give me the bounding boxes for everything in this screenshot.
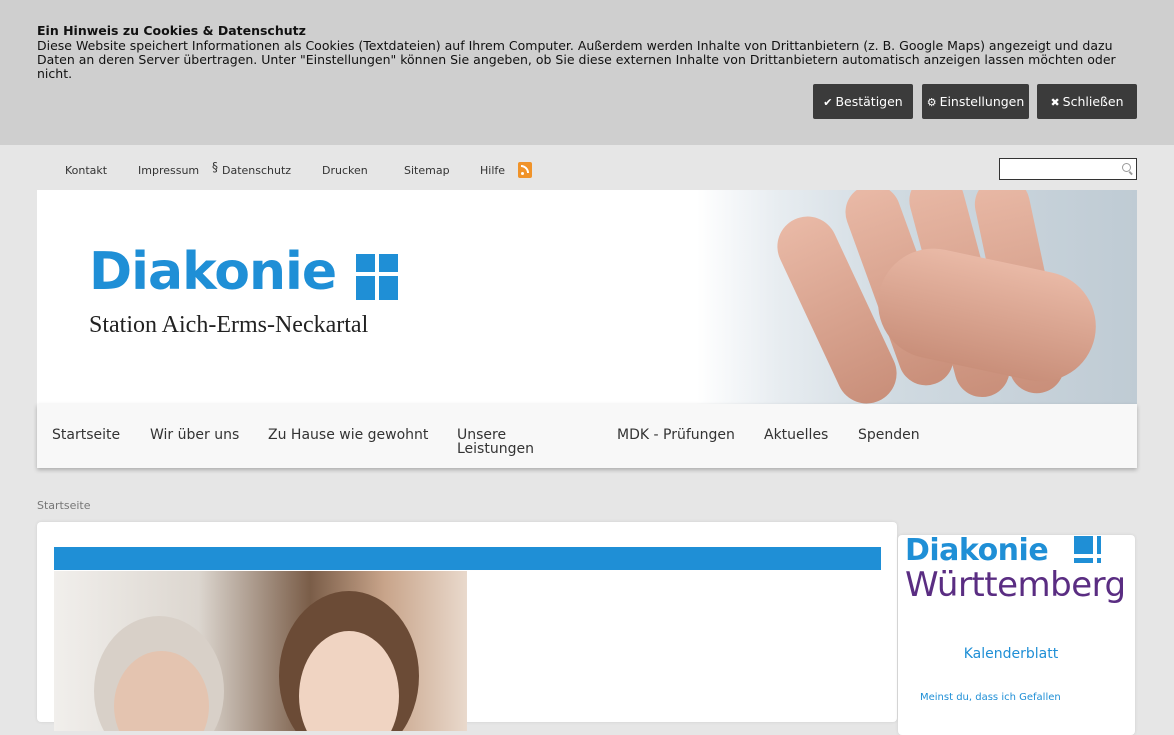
gear-icon: ⚙ [926, 96, 937, 109]
diakonie-cross-logo [356, 254, 398, 300]
utility-nav: Kontakt Impressum § Datenschutz Drucken … [0, 158, 1174, 182]
breadcrumb[interactable]: Startseite [37, 499, 91, 512]
mainnav-unsere-leistungen[interactable]: Unsere Leistungen [457, 428, 577, 456]
diakonie-wuerttemberg-logo-line1[interactable]: Diakonie [905, 533, 1049, 568]
diakonie-wuerttemberg-logo-line2[interactable]: Württemberg [905, 565, 1126, 605]
cookie-text: Diese Website speichert Informationen al… [37, 38, 1116, 81]
confirm-button[interactable]: ✔ Bestätigen [813, 84, 913, 119]
paragraph-icon: § [212, 160, 218, 174]
sidebar-cross-icon [1074, 536, 1116, 582]
cookie-banner: Ein Hinweis zu Cookies & Datenschutz Die… [0, 0, 1174, 145]
nav-datenschutz[interactable]: Datenschutz [222, 164, 291, 177]
mainnav-zu-hause[interactable]: Zu Hause wie gewohnt [268, 428, 428, 442]
settings-label: Einstellungen [939, 94, 1025, 109]
cookie-title: Ein Hinweis zu Cookies & Datenschutz [37, 23, 306, 38]
logo-subtitle: Station Aich-Erms-Neckartal [89, 312, 369, 338]
search-input[interactable] [999, 158, 1137, 180]
confirm-label: Bestätigen [835, 94, 903, 109]
close-label: Schließen [1062, 94, 1124, 109]
hands-image [697, 190, 1137, 404]
nav-kontakt[interactable]: Kontakt [65, 164, 107, 177]
mainnav-mdk[interactable]: MDK - Prüfungen [617, 428, 735, 442]
main-content [37, 522, 897, 731]
kalenderblatt-teaser[interactable]: Meinst du, dass ich Gefallen [920, 692, 1061, 703]
caregiver-photo [54, 571, 467, 731]
check-icon: ✔ [823, 96, 833, 109]
rss-icon[interactable] [518, 162, 532, 178]
mainnav-aktuelles[interactable]: Aktuelles [764, 428, 828, 442]
settings-button[interactable]: ⚙ Einstellungen [922, 84, 1029, 119]
nav-hilfe[interactable]: Hilfe [480, 164, 505, 177]
close-icon: ✖ [1050, 96, 1060, 109]
logo-wordmark[interactable]: Diakonie [89, 242, 337, 302]
sidebar-box: Diakonie Württemberg Kalenderblatt Meins… [898, 533, 1135, 735]
nav-impressum[interactable]: Impressum [138, 164, 199, 177]
main-nav: Startseite Wir über uns Zu Hause wie gew… [37, 404, 1137, 468]
close-button[interactable]: ✖ Schließen [1037, 84, 1137, 119]
header-banner: Diakonie Station Aich-Erms-Neckartal [37, 190, 1137, 404]
search-icon[interactable] [1122, 163, 1131, 172]
nav-sitemap[interactable]: Sitemap [404, 164, 450, 177]
mainnav-startseite[interactable]: Startseite [52, 428, 120, 442]
kalenderblatt-heading: Kalenderblatt [963, 646, 1059, 662]
mainnav-spenden[interactable]: Spenden [858, 428, 920, 442]
mainnav-wir-ueber-uns[interactable]: Wir über uns [150, 428, 240, 442]
nav-drucken[interactable]: Drucken [322, 164, 368, 177]
content-header-bar [54, 547, 881, 570]
